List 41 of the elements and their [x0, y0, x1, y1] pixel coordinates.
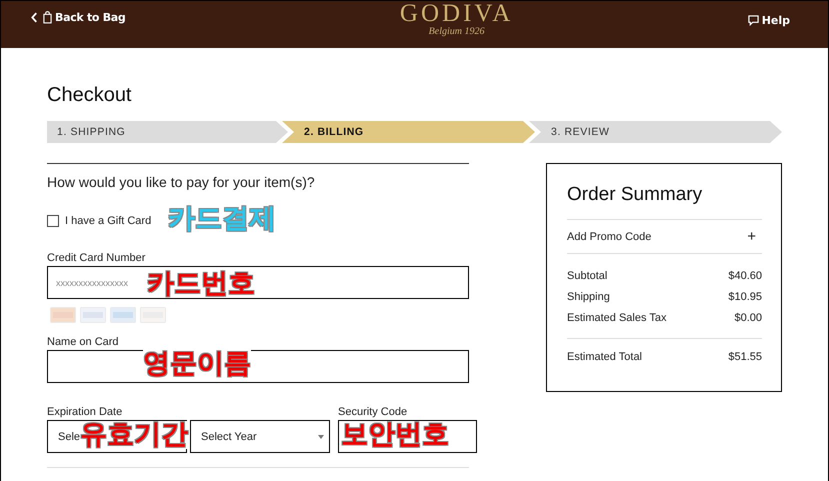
summary-value: $40.60	[728, 269, 762, 284]
summary-label: Shipping	[567, 290, 610, 305]
speech-bubble-icon	[748, 15, 759, 26]
brand-logo: GODIVA	[400, 1, 514, 27]
shopping-bag-icon	[43, 11, 52, 24]
annotation-text: 보안번호	[341, 421, 449, 449]
summary-value: $0.00	[734, 311, 762, 326]
credit-card-icon	[80, 307, 106, 323]
summary-value: $10.95	[728, 290, 762, 305]
summary-label: Subtotal	[567, 269, 608, 284]
credit-card-icon	[110, 307, 136, 323]
annotation-text: 유효기간	[80, 421, 188, 449]
field-label: Expiration Date	[47, 406, 124, 418]
annotation-text: 영문이름	[143, 350, 251, 378]
field-label: Name on Card	[47, 336, 120, 348]
checkout-step[interactable]: 1. SHIPPING	[47, 121, 288, 143]
help-link[interactable]: Help	[748, 14, 790, 27]
checkbox-label: I have a Gift Card	[65, 215, 152, 227]
page-title: Checkout	[47, 84, 132, 107]
section-heading: How would you like to pay for your item(s)?	[47, 174, 316, 190]
back-link[interactable]: Back to Bag	[31, 11, 126, 24]
plus-icon[interactable]: +	[747, 228, 756, 245]
promo-code-link[interactable]: Add Promo Code	[567, 230, 652, 242]
summary-title: Order Summary	[567, 184, 704, 206]
annotation-text: 카드번호	[147, 270, 255, 298]
field-label: Credit Card Number	[47, 252, 146, 264]
annotation-text: 카드결제	[168, 205, 276, 233]
field-label: Security Code	[338, 406, 408, 418]
month-dropdown[interactable]: Sele	[58, 430, 80, 442]
year-dropdown[interactable]: Select Year	[190, 420, 330, 453]
gift-card-checkbox[interactable]	[47, 215, 59, 227]
checkout-step[interactable]: 3. REVIEW	[529, 121, 782, 143]
total-value: $51.55	[728, 350, 762, 365]
brand-tagline: Belgium 1926	[428, 27, 486, 37]
name-field[interactable]	[47, 350, 469, 383]
credit-card-icon	[50, 307, 76, 323]
caret-icon	[318, 434, 324, 438]
checkout-step[interactable]: 2. BILLING	[282, 121, 535, 143]
chevron-left-icon	[31, 12, 38, 23]
summary-label: Estimated Sales Tax	[567, 311, 666, 326]
total-label: Estimated Total	[567, 350, 642, 365]
